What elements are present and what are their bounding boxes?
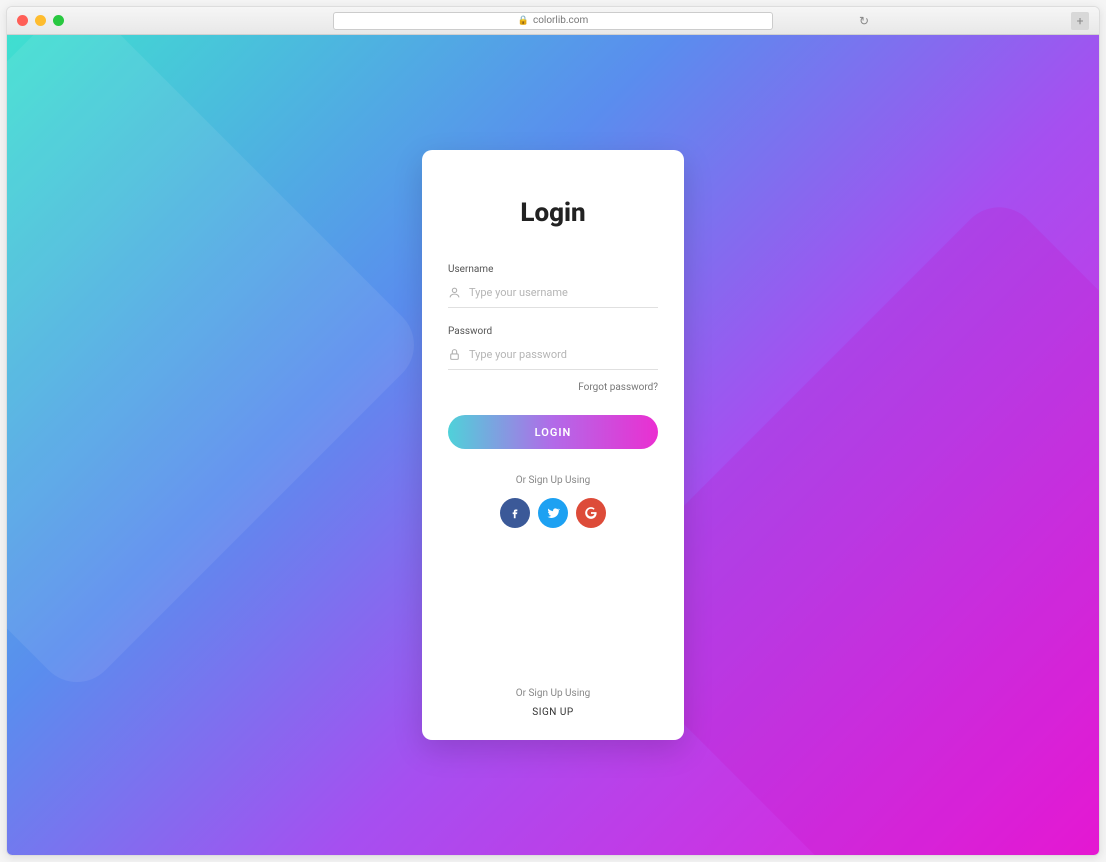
signup-link[interactable]: SIGN UP [448, 707, 658, 718]
lock-icon [448, 348, 461, 361]
twitter-button[interactable] [538, 498, 568, 528]
user-icon [448, 286, 461, 299]
reload-button[interactable]: ↻ [859, 14, 869, 28]
window-controls [17, 15, 64, 26]
password-input[interactable] [469, 348, 658, 361]
lock-icon: 🔒 [518, 16, 529, 26]
login-title: Login [448, 198, 658, 228]
password-label: Password [448, 326, 658, 337]
browser-chrome: 🔒 colorlib.com ↻ + [7, 7, 1099, 35]
or-signup-bottom-text: Or Sign Up Using [448, 688, 658, 699]
username-input[interactable] [469, 286, 658, 299]
google-icon [584, 506, 598, 520]
maximize-window-button[interactable] [53, 15, 64, 26]
social-buttons [448, 498, 658, 528]
username-label: Username [448, 264, 658, 275]
facebook-button[interactable] [500, 498, 530, 528]
username-field-row [448, 280, 658, 308]
facebook-icon [508, 506, 522, 520]
minimize-window-button[interactable] [35, 15, 46, 26]
google-button[interactable] [576, 498, 606, 528]
browser-window: 🔒 colorlib.com ↻ + Login Username Passwo… [6, 6, 1100, 856]
new-tab-button[interactable]: + [1071, 12, 1089, 30]
twitter-icon [546, 506, 560, 520]
login-button[interactable]: LOGIN [448, 415, 658, 449]
login-card: Login Username Password Forgot password?… [422, 150, 684, 740]
close-window-button[interactable] [17, 15, 28, 26]
password-field-row [448, 342, 658, 370]
page-content: Login Username Password Forgot password?… [7, 35, 1099, 855]
address-bar[interactable]: 🔒 colorlib.com [333, 12, 773, 30]
address-bar-domain: colorlib.com [533, 15, 588, 26]
forgot-password-link[interactable]: Forgot password? [448, 382, 658, 393]
or-signup-social-text: Or Sign Up Using [448, 475, 658, 486]
